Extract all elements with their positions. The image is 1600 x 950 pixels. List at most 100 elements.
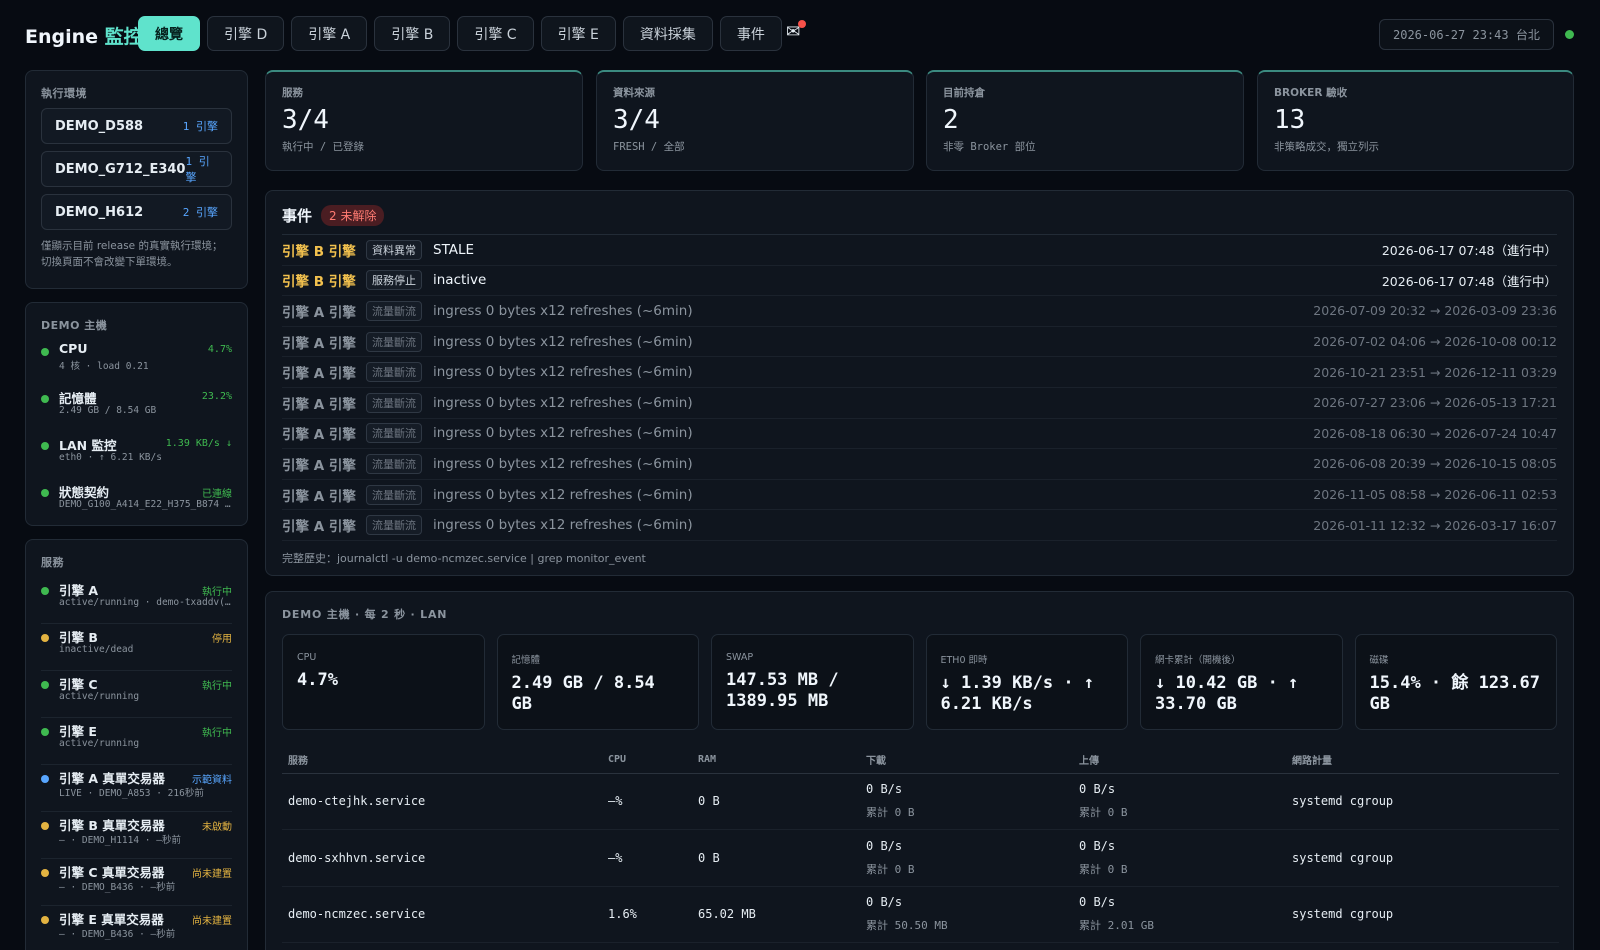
event-row[interactable]: 引擎 A 引擎 流量斷流 ingress 0 bytes x12 refreshes…	[282, 327, 1557, 358]
unresolved-badge: 2 未解除	[321, 204, 385, 226]
download-rate: 0 B/s	[866, 895, 903, 910]
event-row[interactable]: 引擎 A 引擎 流量斷流 ingress 0 bytes x12 refreshes…	[282, 296, 1557, 327]
event-message: ingress 0 bytes x12 refreshes (~6min)	[433, 486, 693, 503]
event-type-tag: 流量斷流	[366, 362, 422, 383]
event-row[interactable]: 引擎 A 引擎 流量斷流 ingress 0 bytes x12 refreshes…	[282, 510, 1557, 541]
event-row[interactable]: 引擎 B 引擎 服務停止 inactive 2026-06-17 07:48（進行中）	[282, 266, 1557, 297]
service-item[interactable]: 引擎 B 真單交易器 — · DEMO_H1114 · —秒前 未啟動	[41, 812, 232, 859]
stat-sub: 執行中 / 已登錄	[282, 141, 364, 153]
tab-events[interactable]: 事件	[719, 16, 782, 51]
tab-engine-a[interactable]: 引擎 A	[291, 16, 368, 51]
host-stat-value: 2.49 GB / 8.54 GB	[511, 673, 655, 714]
tab-data-collection[interactable]: 資料採集	[622, 16, 713, 51]
environments-title: 執行環境	[41, 87, 87, 100]
column-header: 下載	[860, 747, 1073, 774]
event-row[interactable]: 引擎 A 引擎 流量斷流 ingress 0 bytes x12 refreshes…	[282, 449, 1557, 480]
host-stat-card: ETH0 即時 ↓ 1.39 KB/s · ↑ 6.21 KB/s	[925, 634, 1128, 730]
download-total: 累計 0 B	[866, 806, 915, 820]
download-total: 累計 50.50 MB	[866, 919, 948, 933]
event-type-tag: 服務停止	[366, 270, 422, 291]
event-engine: 引擎 A 引擎	[282, 488, 356, 505]
event-type-tag: 流量斷流	[366, 300, 422, 321]
column-header: 服務	[282, 747, 602, 774]
cell-upload: 0 B/s 累計 0 B	[1073, 773, 1286, 830]
table-row[interactable]: demo-sxhhvn.service —% 0 B0 B/s 累計 0 B0 B/s…	[282, 829, 1559, 887]
metric-detail: 2.49 GB / 8.54 GB	[59, 405, 157, 416]
mail-button[interactable]: ✉	[786, 20, 807, 42]
host-metrics-panel: DEMO 主機 CPU 4 核 · load 0.21 4.7% 記憶體 2.49 GB…	[25, 302, 248, 526]
stat-value: 2	[943, 105, 959, 135]
status-dot	[41, 775, 49, 783]
service-detail: active/running · demo-txaddv(…	[59, 597, 231, 608]
host-stat-label: SWAP	[726, 652, 754, 663]
stat-label: 資料來源	[613, 87, 655, 99]
cell-service: demo-ctejhk.service	[282, 773, 602, 830]
service-detail: — · DEMO_B436 · —秒前	[59, 929, 176, 940]
event-row[interactable]: 引擎 A 引擎 流量斷流 ingress 0 bytes x12 refreshes…	[282, 419, 1557, 450]
service-status: 停用	[212, 634, 232, 645]
env-engine-count: 2 引擎	[182, 206, 218, 219]
clock-display: 2026-06-27 23:43 台北	[1379, 19, 1554, 50]
metric-detail: DEMO_G100_A414_E22_H375_B874 …	[59, 499, 231, 510]
host-stat-label: 記憶體	[511, 655, 541, 666]
event-engine: 引擎 A 引擎	[282, 427, 356, 444]
service-status: 執行中	[202, 587, 232, 598]
event-type-tag: 資料異常	[366, 239, 422, 260]
tab-engine-d[interactable]: 引擎 D	[207, 16, 285, 51]
host-metric-row: 狀態契約 DEMO_G100_A414_E22_H375_B874 … 已連線	[41, 482, 232, 529]
host-metric-row: CPU 4 核 · load 0.21 4.7%	[41, 341, 232, 388]
event-message: STALE	[433, 241, 475, 258]
event-engine: 引擎 A 引擎	[282, 366, 356, 383]
status-dot	[41, 587, 49, 595]
cell-meter: systemd cgroup	[1286, 773, 1559, 830]
service-item[interactable]: 引擎 Eactive/running 執行中	[41, 718, 232, 765]
service-item[interactable]: 引擎 Aactive/running · demo-txaddv(… 執行中	[41, 577, 232, 624]
stat-label: 目前持倉	[943, 87, 985, 99]
service-status: 尚未建置	[192, 916, 232, 927]
service-item[interactable]: 引擎 C 真單交易器 — · DEMO_B436 · —秒前 尚未建置	[41, 859, 232, 906]
status-dot	[41, 822, 49, 830]
services-panel: 服務 引擎 Aactive/running · demo-txaddv(… 執行中…	[25, 539, 248, 950]
env-item[interactable]: DEMO_D588 1 引擎	[41, 108, 232, 144]
event-row[interactable]: 引擎 A 引擎 流量斷流 ingress 0 bytes x12 refreshes…	[282, 480, 1557, 511]
top-bar: Engine 監控 總覽 引擎 D 引擎 A 引擎 B 引擎 C 引擎 E 資料…	[0, 0, 1600, 68]
stat-card-services: 服務 3/4 執行中 / 已登錄	[265, 70, 583, 171]
service-status: 示範資料	[192, 775, 232, 786]
env-item[interactable]: DEMO_H612 2 引擎	[41, 194, 232, 230]
stat-card-broker: BROKER 驗收 13 非策略成交，獨立列示	[1257, 70, 1574, 171]
status-dot	[41, 395, 49, 403]
service-detail: — · DEMO_B436 · —秒前	[59, 882, 176, 893]
cell-ram: 0 B	[692, 829, 860, 887]
service-item[interactable]: 引擎 E 真單交易器 — · DEMO_B436 · —秒前 尚未建置	[41, 906, 232, 950]
event-row[interactable]: 引擎 B 引擎 資料異常 STALE 2026-06-17 07:48（進行中）	[282, 235, 1557, 266]
tab-overview[interactable]: 總覽	[138, 16, 200, 51]
metric-value: 已連線	[202, 489, 232, 500]
event-engine: 引擎 B 引擎	[282, 274, 356, 291]
upload-rate: 0 B/s	[1079, 838, 1116, 853]
column-header: 網路計量	[1286, 747, 1559, 774]
tab-engine-c[interactable]: 引擎 C	[457, 16, 534, 51]
host-stat-value: 4.7%	[297, 670, 338, 690]
service-item[interactable]: 引擎 A 真單交易器 LIVE · DEMO_A853 · 216秒前 示範資料	[41, 765, 232, 812]
event-message: ingress 0 bytes x12 refreshes (~6min)	[433, 517, 693, 534]
upload-total: 累計 0 B	[1079, 806, 1128, 820]
event-row[interactable]: 引擎 A 引擎 流量斷流 ingress 0 bytes x12 refreshes…	[282, 357, 1557, 388]
stat-value: 3/4	[282, 105, 329, 135]
table-row[interactable]: demo-ncmzec.service 1.6% 65.02 MB 0 B/s 累計 5…	[282, 886, 1559, 943]
metric-value: 23.2%	[201, 391, 232, 402]
service-detail: — · DEMO_H1114 · —秒前	[59, 835, 181, 846]
env-item[interactable]: DEMO_G712_E340 1 引擎	[41, 151, 232, 187]
event-type-tag: 流量斷流	[366, 331, 422, 352]
events-title: 事件	[282, 206, 313, 225]
download-rate: 0 B/s	[866, 782, 903, 797]
stat-value: 3/4	[613, 105, 660, 135]
event-message: ingress 0 bytes x12 refreshes (~6min)	[433, 394, 693, 411]
column-header: 上傳	[1073, 747, 1286, 774]
table-row[interactable]: demo-ctejhk.service —% 0 B0 B/s 累計 0 B0 B/s…	[282, 773, 1559, 830]
tab-engine-e[interactable]: 引擎 E	[540, 16, 616, 51]
service-item[interactable]: 引擎 Cactive/running 執行中	[41, 671, 232, 718]
event-row[interactable]: 引擎 A 引擎 流量斷流 ingress 0 bytes x12 refreshes…	[282, 388, 1557, 419]
tab-engine-b[interactable]: 引擎 B	[374, 16, 451, 51]
upload-total: 累計 2.01 GB	[1079, 919, 1154, 933]
service-item[interactable]: 引擎 Binactive/dead 停用	[41, 624, 232, 671]
